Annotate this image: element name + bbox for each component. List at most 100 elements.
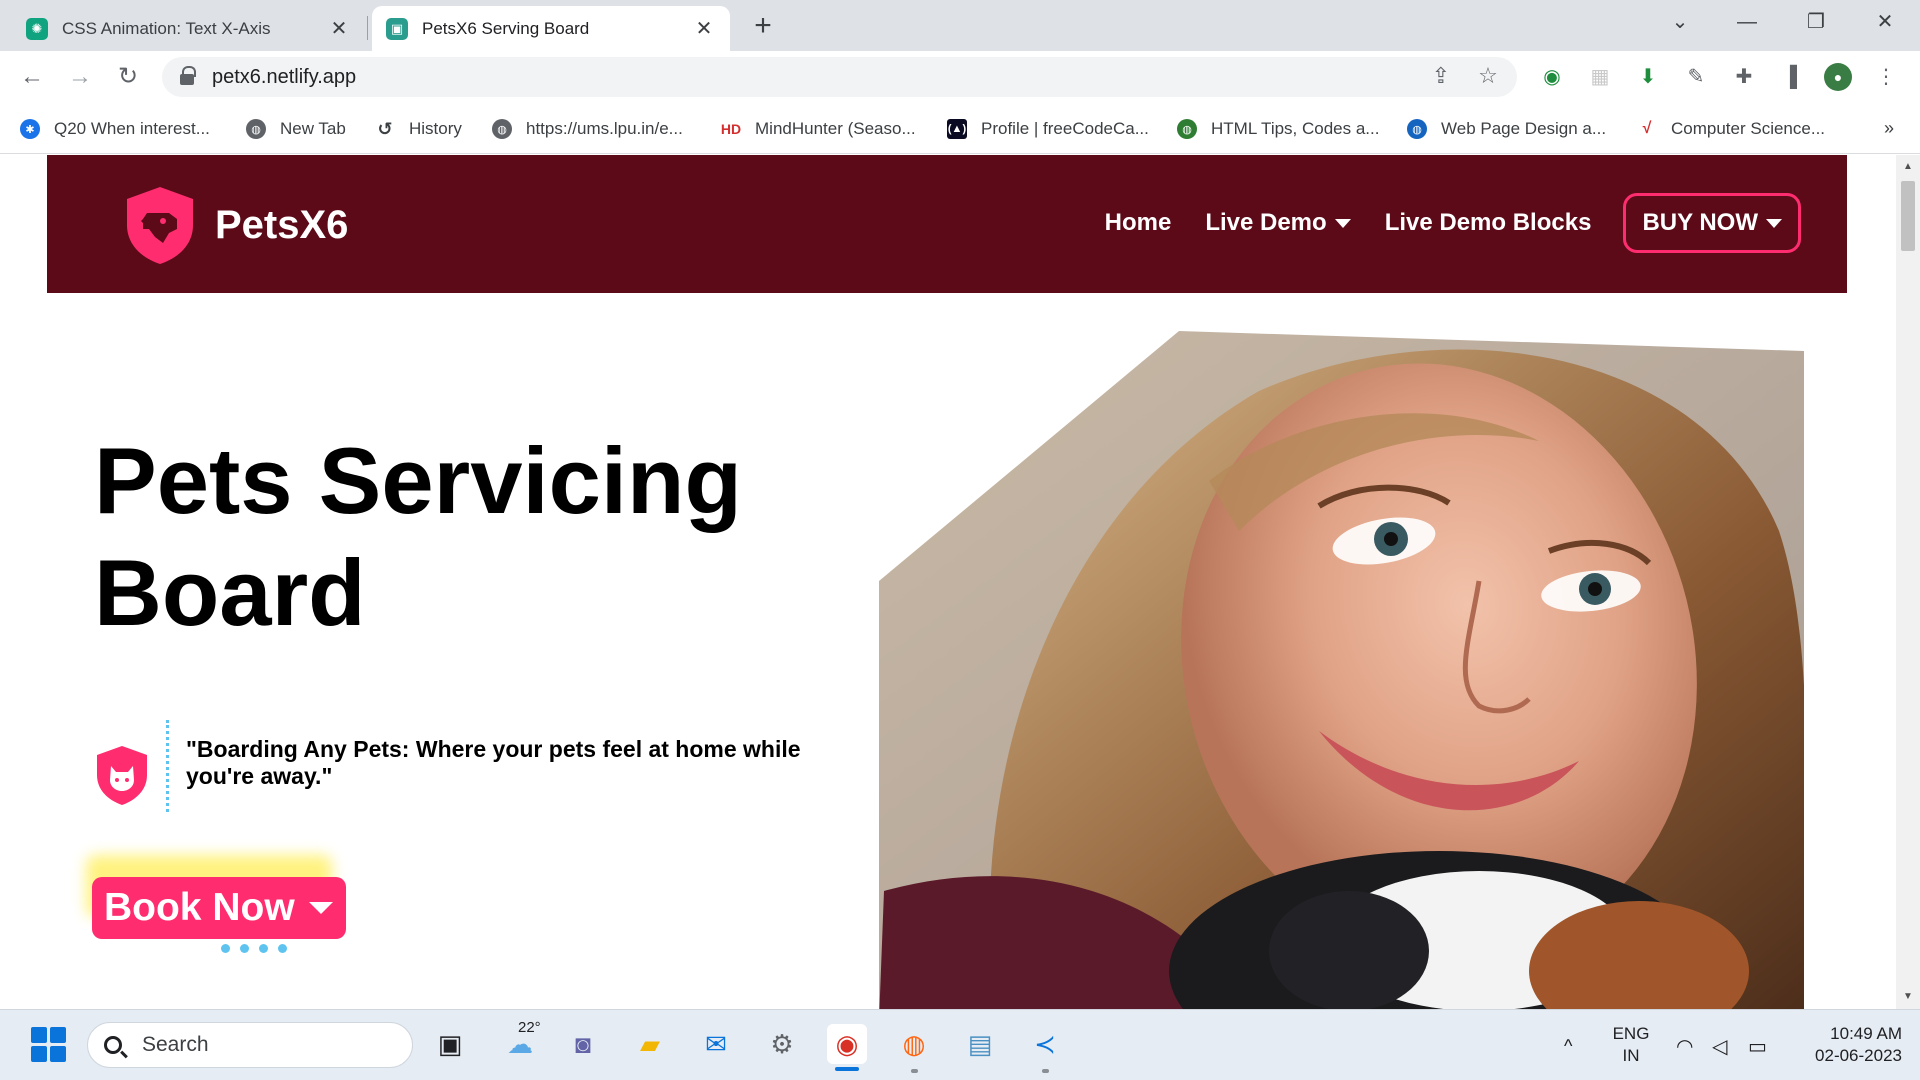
bookmark-label: Computer Science... [1671,119,1826,138]
globe-icon: ◍ [492,119,512,139]
site-logo[interactable]: PetsX6 [123,185,348,265]
bookmark-label: History [409,119,462,138]
extensions-puzzle-icon[interactable]: ✚ [1730,63,1758,91]
close-tab-icon[interactable]: ✕ [692,16,716,41]
mail-icon[interactable]: ✉ [696,1024,736,1064]
book-now-button[interactable]: Book Now [92,877,346,939]
share-icon[interactable]: ⇪ [1427,63,1455,89]
active-app-indicator [835,1067,859,1071]
chat-icon[interactable]: ◙ [563,1024,603,1064]
tab-search-icon[interactable]: ⌄ [1660,6,1700,38]
site-favicon: ▣ [386,17,408,40]
close-window-button[interactable]: ✕ [1865,6,1905,38]
chrome-icon[interactable]: ◉ [827,1024,867,1064]
lock-icon[interactable] [180,66,196,86]
running-indicator [1042,1069,1049,1073]
puzzle-favicon-icon: ✱ [20,119,40,139]
forward-button[interactable]: → [62,59,98,95]
bookmark-item[interactable]: ◍ https://ums.lpu.in/e... [492,114,683,144]
nav-live-demo-blocks-label: Live Demo Blocks [1384,209,1592,236]
file-explorer-icon[interactable]: ▰ [630,1024,670,1064]
resource-monitor-icon[interactable]: ▤ [960,1024,1000,1064]
address-bar[interactable]: petx6.netlify.app ⇪ ☆ [162,57,1517,97]
tab-petsx6[interactable]: ▣ PetsX6 Serving Board ✕ [372,6,730,51]
buy-now-button[interactable]: BUY NOW [1623,193,1801,253]
bookmark-label: HTML Tips, Codes a... [1211,119,1380,138]
bookmark-label: Profile | freeCodeCa... [981,119,1149,138]
language-indicator[interactable]: ENG IN [1611,1023,1651,1067]
clock-date: 02-06-2023 [1815,1046,1902,1065]
settings-gear-icon[interactable]: ⚙ [762,1024,802,1064]
nav-live-demo[interactable]: Live Demo [1205,209,1351,237]
download-extension-icon[interactable]: ⬇ [1634,63,1662,91]
bookmark-item[interactable]: ◍ HTML Tips, Codes a... [1177,114,1379,144]
minimize-button[interactable]: — [1727,6,1767,38]
bookmark-label: MindHunter (Seaso... [755,119,916,138]
page-viewport: PetsX6 Home Live Demo Live Demo Blocks B… [0,155,1920,1009]
bookmark-item[interactable]: ↺ History [375,114,462,144]
back-button[interactable]: ← [14,59,50,95]
hd-icon: HD [720,121,742,137]
tray-overflow-chevron-icon[interactable]: ^ [1564,1035,1572,1057]
geeks-icon: √ [1642,120,1652,137]
browser-tabstrip: ✺ CSS Animation: Text X-Axis ✕ ▣ PetsX6 … [0,0,1920,51]
task-view-icon[interactable]: ▣ [430,1024,470,1064]
url-text[interactable]: petx6.netlify.app [212,66,356,89]
bookmark-label: New Tab [280,119,346,138]
brand-name: PetsX6 [215,202,349,247]
vscode-icon[interactable]: ≺ [1025,1024,1065,1064]
shield-cat-icon [97,746,147,805]
globe-icon: ◍ [246,119,266,139]
clock[interactable]: 10:49 AM 02-06-2023 [1792,1023,1902,1067]
scroll-down-arrow-icon[interactable]: ▼ [1896,987,1920,1007]
menu-kebab-icon[interactable]: ⋮ [1872,63,1900,91]
start-button[interactable] [28,1024,68,1064]
hero-title-line1: Pets Servicing [94,428,742,533]
nav-home[interactable]: Home [1105,209,1172,237]
hero-photo [879,331,1804,1009]
firefox-icon[interactable]: ◍ [894,1024,934,1064]
taskbar-search[interactable]: Search [87,1022,413,1068]
bookmark-item[interactable]: ◍ Web Page Design a... [1407,114,1606,144]
new-tab-button[interactable]: + [745,8,781,44]
chatgpt-icon: ✺ [26,17,48,40]
restore-button[interactable]: ❐ [1796,6,1836,38]
reload-button[interactable]: ↻ [110,59,146,95]
scroll-thumb[interactable] [1901,181,1915,251]
bookmark-item[interactable]: ◍ New Tab [246,114,346,144]
bookmark-item[interactable]: √ Computer Science... [1637,114,1825,144]
search-label: Search [142,1033,209,1056]
tab-title: CSS Animation: Text X-Axis [62,18,271,38]
nav-live-demo-blocks[interactable]: Live Demo Blocks [1385,209,1592,237]
freecodecamp-icon: (▲) [947,119,967,139]
battery-icon[interactable]: ▭ [1748,1034,1767,1059]
tagline-text: "Boarding Any Pets: Where your pets feel… [186,736,801,789]
page-scrollbar[interactable]: ▲ ▼ [1896,155,1920,1009]
wifi-icon[interactable]: ◠ [1676,1034,1693,1059]
android-extension-icon[interactable]: ◉ [1538,63,1566,91]
profile-avatar[interactable]: ● [1824,63,1852,91]
pen-extension-icon[interactable]: ✎ [1682,63,1710,91]
bookmark-star-icon[interactable]: ☆ [1474,63,1502,89]
side-panel-icon[interactable]: ▐ [1776,63,1804,91]
bookmarks-overflow-button[interactable]: » [1884,118,1894,139]
tab-css-animation[interactable]: ✺ CSS Animation: Text X-Axis ✕ [12,6,365,51]
shield-dog-icon [127,187,193,264]
clock-time: 10:49 AM [1830,1024,1902,1043]
nav-live-demo-label: Live Demo [1205,209,1327,236]
bookmark-item[interactable]: HD MindHunter (Seaso... [721,114,916,144]
bookmark-item[interactable]: (▲) Profile | freeCodeCa... [947,114,1149,144]
caret-down-icon [1334,218,1351,228]
hero-title: Pets Servicing Board [94,425,742,649]
bookmark-label: https://ums.lpu.in/e... [526,119,683,138]
tab-title: PetsX6 Serving Board [422,18,590,38]
main-nav: Home Live Demo Live Demo Blocks BUY NOW [1071,193,1801,253]
scroll-up-arrow-icon[interactable]: ▲ [1896,157,1920,177]
volume-icon[interactable]: ◁ [1712,1034,1727,1059]
language-line2: IN [1622,1046,1640,1065]
grid-extension-icon[interactable]: ▦ [1586,63,1614,91]
bookmark-item[interactable]: ✱ Q20 When interest... [20,114,210,144]
close-tab-icon[interactable]: ✕ [327,16,351,41]
browser-toolbar: ← → ↻ petx6.netlify.app ⇪ ☆ ◉ ▦ ⬇ ✎ ✚ ▐ … [0,51,1920,104]
dotted-divider [166,720,169,812]
